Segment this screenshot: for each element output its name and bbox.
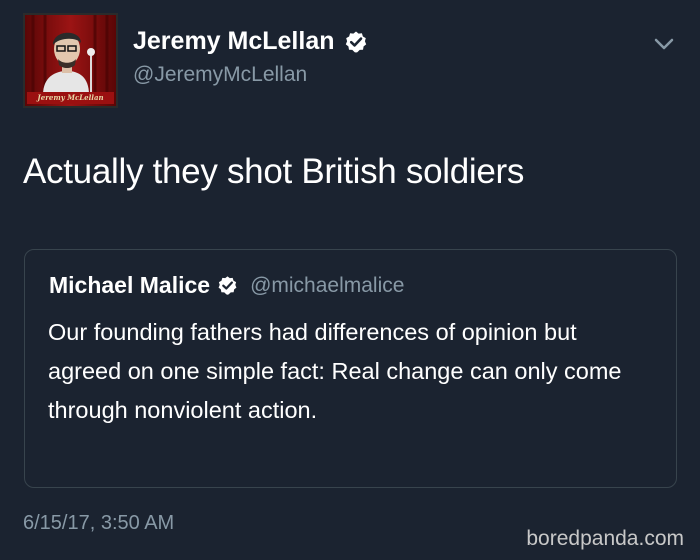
- author-display-name[interactable]: Jeremy McLellan: [133, 27, 335, 56]
- quoted-tweet-text: Our founding fathers had differences of …: [48, 319, 622, 423]
- avatar-caption: Jeremy McLellan: [27, 92, 114, 104]
- verified-badge-icon: [344, 30, 368, 54]
- chevron-down-icon[interactable]: [653, 36, 675, 52]
- verified-badge-icon: [217, 275, 238, 296]
- tweet-timestamp[interactable]: 6/15/17, 3:50 AM: [23, 512, 174, 535]
- quoted-author-handle: @michaelmalice: [250, 273, 405, 297]
- author-name-row[interactable]: Jeremy McLellan: [133, 27, 368, 56]
- author-handle[interactable]: @JeremyMcLellan: [133, 63, 307, 87]
- tweet-text: Actually they shot British soldiers: [23, 152, 525, 191]
- quoted-author-name: Michael Malice: [49, 272, 211, 298]
- tweet-card: Jeremy McLellan Jeremy McLellan @JeremyM…: [0, 0, 700, 560]
- quoted-tweet[interactable]: Michael Malice @michaelmalice Our foundi…: [24, 249, 677, 488]
- quoted-tweet-header: Michael Malice @michaelmalice: [49, 272, 404, 299]
- avatar[interactable]: Jeremy McLellan: [23, 13, 118, 108]
- watermark: boredpanda.com: [526, 527, 684, 550]
